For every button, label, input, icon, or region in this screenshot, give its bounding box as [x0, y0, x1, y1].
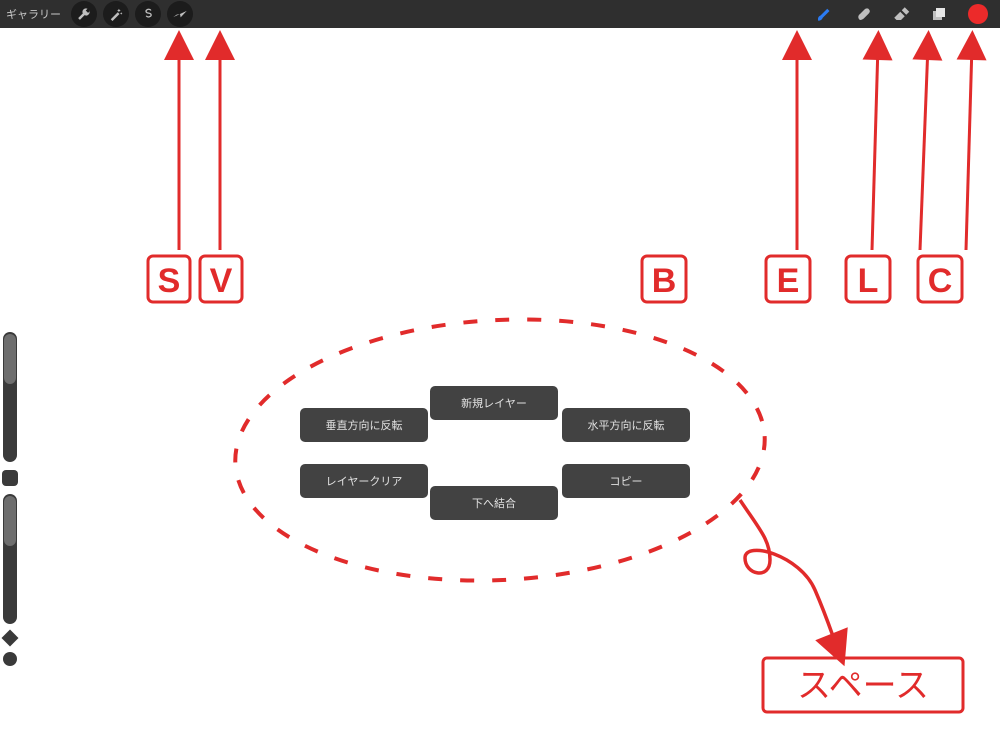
top-toolbar: ギャラリー [0, 0, 1000, 28]
gallery-button[interactable]: ギャラリー [6, 6, 61, 22]
undo-button-icon[interactable] [2, 630, 19, 647]
qm-copy[interactable]: コピー [562, 464, 690, 498]
slider-thumb[interactable] [4, 334, 16, 384]
anno-letter-b: B [652, 262, 677, 300]
modifier-button-icon[interactable] [2, 470, 18, 486]
qm-merge-down[interactable]: 下へ結合 [430, 486, 558, 520]
qm-new-layer[interactable]: 新規レイヤー [430, 386, 558, 420]
qm-flip-horizontal[interactable]: 水平方向に反転 [562, 408, 690, 442]
annotation-overlay: S V B E L C スペース [0, 0, 1000, 750]
cursor-arrow-icon[interactable] [167, 1, 193, 27]
wand-icon[interactable] [103, 1, 129, 27]
qm-clear-layer[interactable]: レイヤークリア [300, 464, 428, 498]
wrench-icon[interactable] [71, 1, 97, 27]
eraser-icon[interactable] [892, 5, 910, 23]
opacity-slider[interactable] [3, 494, 17, 624]
anno-letter-v: V [210, 262, 233, 300]
anno-letter-s: S [158, 262, 181, 300]
slider-thumb[interactable] [4, 496, 16, 546]
layers-icon[interactable] [930, 5, 948, 23]
right-tools [816, 4, 988, 24]
anno-letter-c: C [928, 262, 953, 300]
left-sidebar [0, 332, 20, 732]
anno-letter-e: E [777, 262, 800, 300]
anno-letter-l: L [858, 262, 879, 300]
anno-space-label: スペース [797, 667, 929, 705]
brush-icon[interactable] [816, 5, 834, 23]
smudge-icon[interactable] [854, 5, 872, 23]
brush-size-slider[interactable] [3, 332, 17, 462]
qm-flip-vertical[interactable]: 垂直方向に反転 [300, 408, 428, 442]
color-swatch[interactable] [968, 4, 988, 24]
redo-button-icon[interactable] [3, 652, 17, 666]
s-letter-icon[interactable] [135, 1, 161, 27]
